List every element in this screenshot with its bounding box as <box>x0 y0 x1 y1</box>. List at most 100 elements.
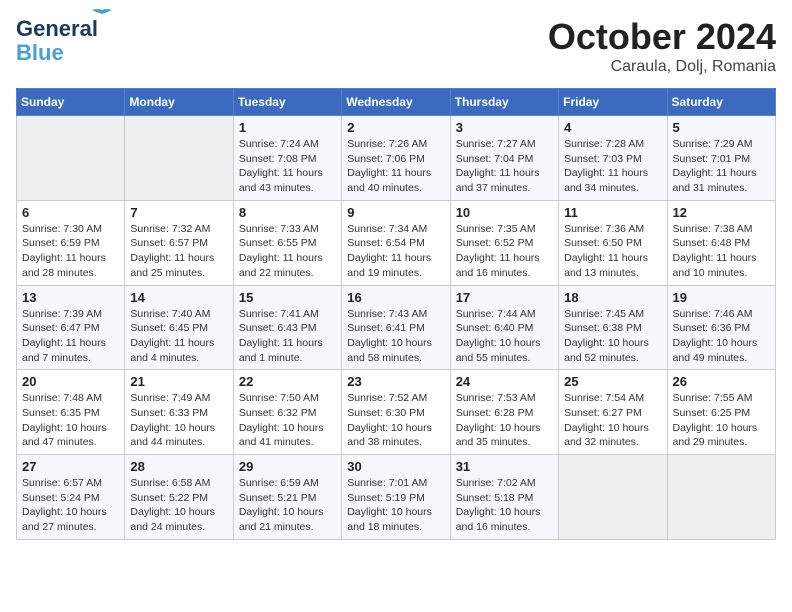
day-info: Sunrise: 7:41 AMSunset: 6:43 PMDaylight:… <box>239 307 336 366</box>
logo-blue: Blue <box>16 42 64 64</box>
day-info: Sunrise: 7:02 AMSunset: 5:18 PMDaylight:… <box>456 476 553 535</box>
calendar-cell: 16 Sunrise: 7:43 AMSunset: 6:41 PMDayligh… <box>342 285 450 370</box>
day-number: 3 <box>456 120 553 135</box>
day-number: 5 <box>673 120 770 135</box>
day-info: Sunrise: 7:30 AMSunset: 6:59 PMDaylight:… <box>22 222 119 281</box>
day-info: Sunrise: 7:28 AMSunset: 7:03 PMDaylight:… <box>564 137 661 196</box>
day-info: Sunrise: 7:35 AMSunset: 6:52 PMDaylight:… <box>456 222 553 281</box>
calendar-cell: 18 Sunrise: 7:45 AMSunset: 6:38 PMDayligh… <box>559 285 667 370</box>
day-number: 6 <box>22 205 119 220</box>
day-info: Sunrise: 7:43 AMSunset: 6:41 PMDaylight:… <box>347 307 444 366</box>
day-info: Sunrise: 7:26 AMSunset: 7:06 PMDaylight:… <box>347 137 444 196</box>
calendar-cell: 8Sunrise: 7:33 AMSunset: 6:55 PMDaylight… <box>233 200 341 285</box>
day-info: Sunrise: 7:54 AMSunset: 6:27 PMDaylight:… <box>564 391 661 450</box>
calendar-cell: 12 Sunrise: 7:38 AMSunset: 6:48 PMDayligh… <box>667 200 775 285</box>
calendar-week-row: 1 Sunrise: 7:24 AMSunset: 7:08 PMDaylight… <box>17 116 776 201</box>
calendar-cell: 4Sunrise: 7:28 AMSunset: 7:03 PMDaylight… <box>559 116 667 201</box>
day-info: Sunrise: 7:33 AMSunset: 6:55 PMDaylight:… <box>239 222 336 281</box>
calendar-cell: 19 Sunrise: 7:46 AMSunset: 6:36 PMDayligh… <box>667 285 775 370</box>
calendar-week-row: 20Sunrise: 7:48 AMSunset: 6:35 PMDayligh… <box>17 370 776 455</box>
day-info: Sunrise: 6:59 AMSunset: 5:21 PMDaylight:… <box>239 476 336 535</box>
weekday-header: Friday <box>559 89 667 116</box>
calendar-cell: 2 Sunrise: 7:26 AMSunset: 7:06 PMDaylight… <box>342 116 450 201</box>
day-number: 27 <box>22 459 119 474</box>
day-number: 11 <box>564 205 661 220</box>
day-number: 9 <box>347 205 444 220</box>
day-info: Sunrise: 7:44 AMSunset: 6:40 PMDaylight:… <box>456 307 553 366</box>
day-number: 10 <box>456 205 553 220</box>
day-number: 28 <box>130 459 227 474</box>
day-info: Sunrise: 7:36 AMSunset: 6:50 PMDaylight:… <box>564 222 661 281</box>
day-info: Sunrise: 6:57 AMSunset: 5:24 PMDaylight:… <box>22 476 119 535</box>
calendar-cell: 7Sunrise: 7:32 AMSunset: 6:57 PMDaylight… <box>125 200 233 285</box>
day-number: 1 <box>239 120 336 135</box>
day-info: Sunrise: 7:27 AMSunset: 7:04 PMDaylight:… <box>456 137 553 196</box>
day-number: 26 <box>673 374 770 389</box>
day-number: 23 <box>347 374 444 389</box>
day-number: 2 <box>347 120 444 135</box>
calendar-cell: 3 Sunrise: 7:27 AMSunset: 7:04 PMDaylight… <box>450 116 558 201</box>
day-number: 30 <box>347 459 444 474</box>
calendar-week-row: 13 Sunrise: 7:39 AMSunset: 6:47 PMDayligh… <box>17 285 776 370</box>
location: Caraula, Dolj, Romania <box>548 58 776 76</box>
day-info: Sunrise: 6:58 AMSunset: 5:22 PMDaylight:… <box>130 476 227 535</box>
day-info: Sunrise: 7:01 AMSunset: 5:19 PMDaylight:… <box>347 476 444 535</box>
day-number: 19 <box>673 290 770 305</box>
day-number: 25 <box>564 374 661 389</box>
day-info: Sunrise: 7:29 AMSunset: 7:01 PMDaylight:… <box>673 137 770 196</box>
calendar-cell: 27 Sunrise: 6:57 AMSunset: 5:24 PMDayligh… <box>17 455 125 540</box>
day-info: Sunrise: 7:24 AMSunset: 7:08 PMDaylight:… <box>239 137 336 196</box>
calendar-cell: 26Sunrise: 7:55 AMSunset: 6:25 PMDayligh… <box>667 370 775 455</box>
calendar-cell <box>125 116 233 201</box>
calendar-cell: 22 Sunrise: 7:50 AMSunset: 6:32 PMDayligh… <box>233 370 341 455</box>
weekday-header: Tuesday <box>233 89 341 116</box>
calendar-cell: 15 Sunrise: 7:41 AMSunset: 6:43 PMDayligh… <box>233 285 341 370</box>
day-info: Sunrise: 7:52 AMSunset: 6:30 PMDaylight:… <box>347 391 444 450</box>
day-info: Sunrise: 7:50 AMSunset: 6:32 PMDaylight:… <box>239 391 336 450</box>
day-number: 14 <box>130 290 227 305</box>
calendar-cell <box>667 455 775 540</box>
calendar-cell: 14Sunrise: 7:40 AMSunset: 6:45 PMDayligh… <box>125 285 233 370</box>
calendar-cell: 9Sunrise: 7:34 AMSunset: 6:54 PMDaylight… <box>342 200 450 285</box>
day-info: Sunrise: 7:38 AMSunset: 6:48 PMDaylight:… <box>673 222 770 281</box>
calendar-week-row: 27 Sunrise: 6:57 AMSunset: 5:24 PMDayligh… <box>17 455 776 540</box>
day-number: 18 <box>564 290 661 305</box>
day-number: 22 <box>239 374 336 389</box>
calendar-cell: 10 Sunrise: 7:35 AMSunset: 6:52 PMDayligh… <box>450 200 558 285</box>
calendar-cell: 30 Sunrise: 7:01 AMSunset: 5:19 PMDayligh… <box>342 455 450 540</box>
weekday-header: Wednesday <box>342 89 450 116</box>
calendar-cell: 29 Sunrise: 6:59 AMSunset: 5:21 PMDayligh… <box>233 455 341 540</box>
day-number: 31 <box>456 459 553 474</box>
page-header: General Blue October 2024 Caraula, Dolj,… <box>16 16 776 76</box>
calendar-cell: 28 Sunrise: 6:58 AMSunset: 5:22 PMDayligh… <box>125 455 233 540</box>
day-number: 29 <box>239 459 336 474</box>
day-number: 15 <box>239 290 336 305</box>
calendar-cell: 11 Sunrise: 7:36 AMSunset: 6:50 PMDayligh… <box>559 200 667 285</box>
day-number: 24 <box>456 374 553 389</box>
calendar-cell: 31 Sunrise: 7:02 AMSunset: 5:18 PMDayligh… <box>450 455 558 540</box>
day-info: Sunrise: 7:32 AMSunset: 6:57 PMDaylight:… <box>130 222 227 281</box>
day-info: Sunrise: 7:45 AMSunset: 6:38 PMDaylight:… <box>564 307 661 366</box>
calendar-cell: 21Sunrise: 7:49 AMSunset: 6:33 PMDayligh… <box>125 370 233 455</box>
day-info: Sunrise: 7:39 AMSunset: 6:47 PMDaylight:… <box>22 307 119 366</box>
calendar-header: SundayMondayTuesdayWednesdayThursdayFrid… <box>17 89 776 116</box>
calendar-cell: 23 Sunrise: 7:52 AMSunset: 6:30 PMDayligh… <box>342 370 450 455</box>
calendar-cell: 24 Sunrise: 7:53 AMSunset: 6:28 PMDayligh… <box>450 370 558 455</box>
weekday-header: Saturday <box>667 89 775 116</box>
calendar-cell: 1 Sunrise: 7:24 AMSunset: 7:08 PMDaylight… <box>233 116 341 201</box>
day-number: 13 <box>22 290 119 305</box>
day-info: Sunrise: 7:53 AMSunset: 6:28 PMDaylight:… <box>456 391 553 450</box>
calendar-cell: 5 Sunrise: 7:29 AMSunset: 7:01 PMDaylight… <box>667 116 775 201</box>
calendar-week-row: 6 Sunrise: 7:30 AMSunset: 6:59 PMDaylight… <box>17 200 776 285</box>
day-number: 17 <box>456 290 553 305</box>
title-area: October 2024 Caraula, Dolj, Romania <box>548 16 776 76</box>
day-number: 16 <box>347 290 444 305</box>
month-title: October 2024 <box>548 16 776 58</box>
calendar-cell: 6 Sunrise: 7:30 AMSunset: 6:59 PMDaylight… <box>17 200 125 285</box>
weekday-header: Monday <box>125 89 233 116</box>
calendar-cell <box>559 455 667 540</box>
logo-general: General <box>16 16 98 41</box>
day-number: 21 <box>130 374 227 389</box>
day-number: 12 <box>673 205 770 220</box>
day-info: Sunrise: 7:46 AMSunset: 6:36 PMDaylight:… <box>673 307 770 366</box>
